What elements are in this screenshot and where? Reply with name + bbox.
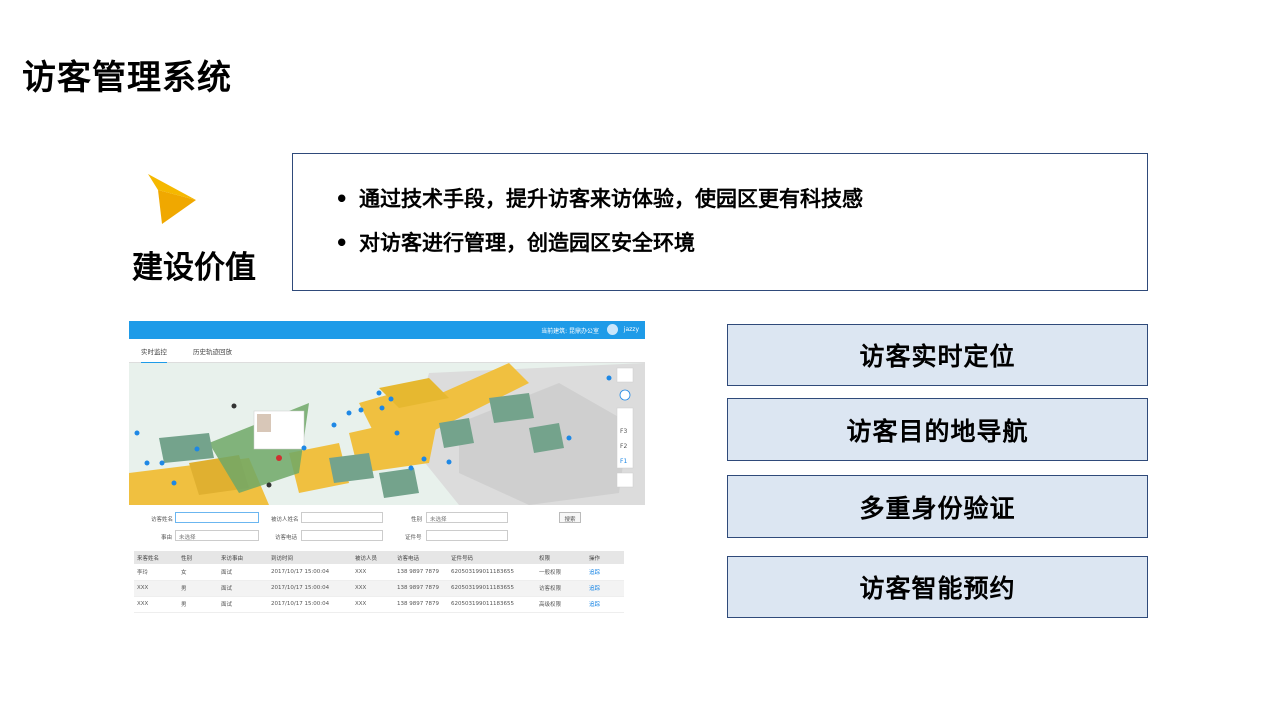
id-number-label: 证件号 [405, 535, 422, 541]
table-header: 来客姓名 性别 来访事由 到访时间 被访人员 访客电话 证件号码 权限 操作 [134, 551, 624, 564]
app-screenshot: 当前建筑: 昆鼎办公室 jazzy 实时监控 历史轨迹回放 F3 F2 F1 访… [129, 321, 645, 618]
avatar[interactable] [607, 324, 618, 335]
floor-f2-button[interactable]: F2 [620, 443, 627, 450]
tab-history-playback[interactable]: 历史轨迹回放 [193, 346, 232, 356]
host-name-input[interactable] [301, 512, 383, 523]
visitor-name-label: 访客姓名 [151, 517, 174, 523]
track-link[interactable]: 追踪 [586, 564, 624, 581]
tab-realtime-monitor[interactable]: 实时监控 [141, 346, 167, 364]
visitor-phone-label: 访客电话 [275, 535, 298, 541]
floor-f3-button[interactable]: F3 [620, 428, 627, 435]
feature-destination-navigation[interactable]: 访客目的地导航 [727, 398, 1148, 461]
table-row[interactable]: 李玲 女 面试 2017/10/17 15:00:04 XXX 138 9897… [134, 564, 624, 581]
user-name[interactable]: jazzy [624, 326, 639, 333]
id-number-input[interactable] [426, 530, 508, 541]
value-heading: 建设价值 [132, 250, 256, 286]
campus-3d-map[interactable]: F3 F2 F1 [129, 363, 645, 505]
app-tabs: 实时监控 历史轨迹回放 [129, 339, 645, 364]
current-building[interactable]: 当前建筑: 昆鼎办公室 [541, 326, 599, 335]
arrow-logo-icon [148, 174, 196, 224]
search-filters: 访客姓名 被访人姓名 性别 未选择 搜索 事由 未选择 访客电话 证件号 [129, 509, 645, 549]
visitor-name-input[interactable] [175, 512, 259, 523]
floor-f1-button[interactable]: F1 [620, 458, 627, 465]
track-link[interactable]: 追踪 [586, 596, 624, 613]
visitor-phone-input[interactable] [301, 530, 383, 541]
feature-identity-verification[interactable]: 多重身份验证 [727, 475, 1148, 538]
feature-realtime-location[interactable]: 访客实时定位 [727, 324, 1148, 386]
map-tool-icon[interactable] [616, 367, 634, 383]
value-bullet: 通过技术手段，提升访客来访体验，使园区更有科技感 [333, 188, 1147, 210]
gender-label: 性别 [411, 517, 423, 523]
page-title: 访客管理系统 [22, 58, 232, 98]
gender-select[interactable]: 未选择 [426, 512, 508, 523]
app-header: 当前建筑: 昆鼎办公室 jazzy [129, 321, 645, 339]
fullscreen-icon[interactable] [616, 472, 634, 488]
value-box: 通过技术手段，提升访客来访体验，使园区更有科技感 对访客进行管理，创造园区安全环… [292, 153, 1148, 291]
value-bullet: 对访客进行管理，创造园区安全环境 [333, 232, 1147, 254]
reason-label: 事由 [161, 535, 173, 541]
table-row[interactable]: XXX 男 面试 2017/10/17 15:00:04 XXX 138 989… [134, 596, 624, 613]
compass-icon[interactable] [619, 389, 631, 401]
table-row[interactable]: XXX 男 面试 2017/10/17 15:00:04 XXX 138 989… [134, 580, 624, 597]
search-button[interactable]: 搜索 [559, 512, 581, 523]
feature-smart-reservation[interactable]: 访客智能预约 [727, 556, 1148, 618]
reason-select[interactable]: 未选择 [175, 530, 259, 541]
track-link[interactable]: 追踪 [586, 580, 624, 597]
host-name-label: 被访人姓名 [271, 517, 299, 523]
visitor-table: 来客姓名 性别 来访事由 到访时间 被访人员 访客电话 证件号码 权限 操作 李… [134, 551, 624, 613]
